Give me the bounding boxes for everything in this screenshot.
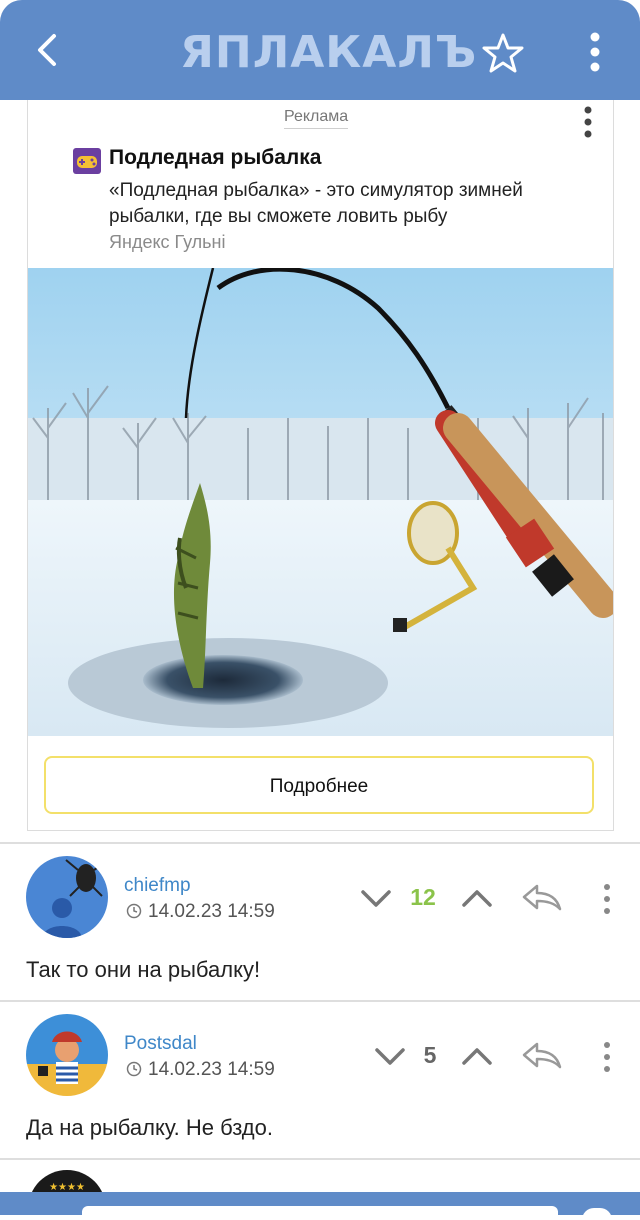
comment-author[interactable]: chiefmp — [124, 875, 191, 897]
comment-text: Да на рыбалку. Не бздо. — [26, 1115, 273, 1140]
ad-source: Яндекс Гульні — [109, 232, 226, 252]
comment-date: 14.02.23 14:59 — [148, 1059, 275, 1080]
comment-text: Так то они на рыбалку! — [26, 957, 261, 982]
vote-up-icon[interactable] — [460, 886, 494, 910]
divider — [0, 1158, 640, 1160]
more-vertical-icon[interactable] — [580, 30, 610, 74]
ad-menu-icon[interactable] — [573, 104, 603, 140]
vote-down-icon[interactable] — [373, 1044, 407, 1068]
ad-label: Реклама — [284, 108, 349, 129]
vote-up-icon[interactable] — [460, 1044, 494, 1068]
send-button[interactable] — [582, 1208, 612, 1220]
ice-fishing-illustration — [28, 268, 613, 736]
clock-icon — [126, 1061, 142, 1077]
avatar[interactable] — [26, 1014, 108, 1096]
ad-description: «Подледная рыбалка» - это симулятор зимн… — [109, 180, 523, 227]
star-icon[interactable] — [482, 32, 524, 74]
comment-date-wrapper: 14.02.23 14:59 — [126, 901, 275, 923]
comment-score: 5 — [423, 1042, 437, 1068]
comment-item: chiefmp 14.02.23 14:59 12 Так то они на … — [0, 844, 640, 1000]
comment-date-wrapper: 14.02.23 14:59 — [126, 1059, 275, 1081]
reply-input[interactable] — [82, 1206, 558, 1218]
vote-down-icon[interactable] — [359, 886, 393, 910]
comment-author[interactable]: Postsdal — [124, 1033, 197, 1055]
reply-icon[interactable] — [521, 882, 563, 912]
site-logo[interactable]: ЯПЛАКАЛЪ — [180, 28, 476, 78]
ad-title[interactable]: Подледная рыбалка — [109, 146, 321, 170]
back-arrow-icon[interactable] — [28, 30, 68, 70]
game-app-icon — [73, 148, 101, 174]
avatar[interactable] — [26, 856, 108, 938]
clock-icon — [126, 903, 142, 919]
reply-icon[interactable] — [521, 1040, 563, 1070]
ad-card[interactable]: Реклама Подледная рыбалка «Подледная рыб… — [27, 100, 614, 831]
comment-menu-icon[interactable] — [599, 882, 615, 916]
top-app-bar: ЯПЛАКАЛЪ — [0, 0, 640, 100]
comment-score: 12 — [410, 884, 436, 910]
comment-item: Postsdal 14.02.23 14:59 5 Да на рыбалку.… — [0, 1002, 640, 1158]
ad-details-button[interactable]: Подробнее — [44, 756, 594, 814]
ad-image[interactable] — [28, 268, 613, 736]
comment-date: 14.02.23 14:59 — [148, 901, 275, 922]
comment-menu-icon[interactable] — [599, 1040, 615, 1074]
